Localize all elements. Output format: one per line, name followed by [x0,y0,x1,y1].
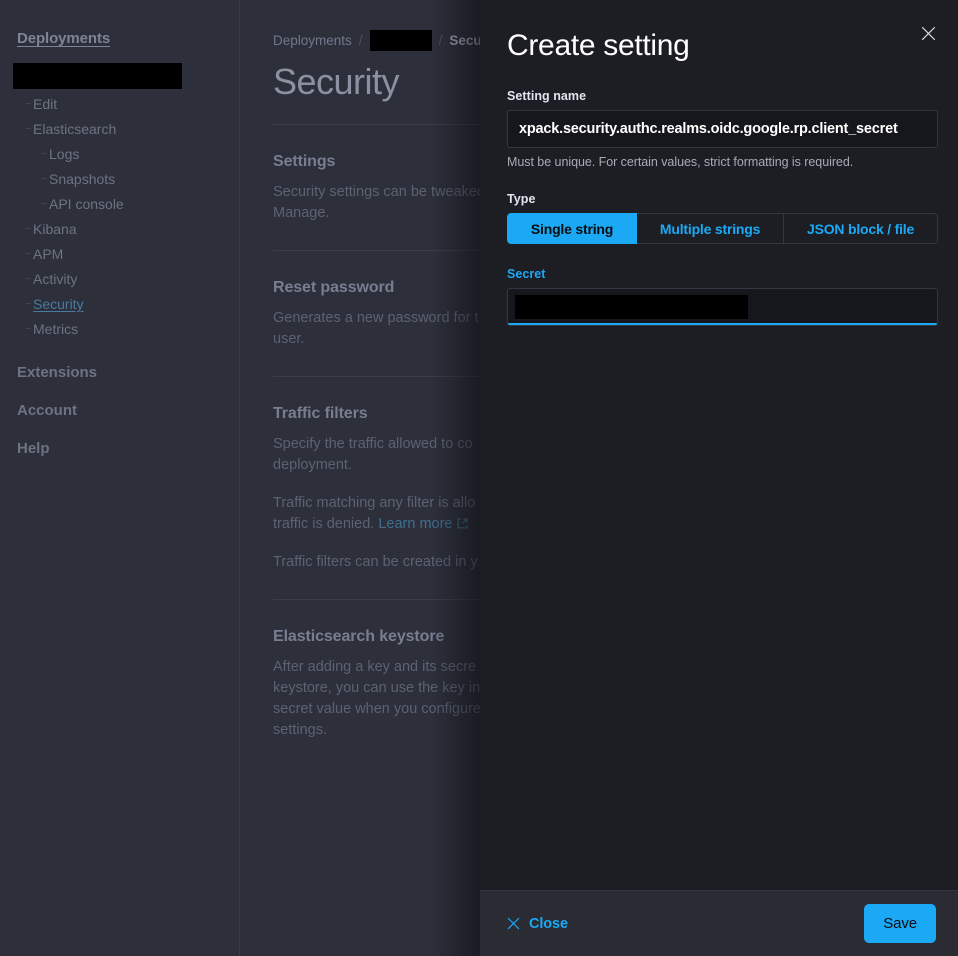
close-icon-small [507,917,520,930]
sidebar-nav-list: Edit Elasticsearch Logs Snapshots API co… [0,92,239,342]
breadcrumb-separator: / [358,32,363,48]
sidebar-item-apm[interactable]: APM [0,242,239,267]
type-option-single-string[interactable]: Single string [507,213,638,244]
sidebar-group-account[interactable]: Account [0,402,239,419]
close-icon [921,26,936,41]
breadcrumb-item-deployments[interactable]: Deployments [273,33,352,48]
field-secret: Secret [507,267,938,326]
sidebar-link-deployments[interactable]: Deployments [0,30,239,47]
flyout-body: Setting name Must be unique. For certain… [480,65,958,890]
secret-value-redacted [515,295,748,319]
learn-more-link[interactable]: Learn more [378,516,452,532]
sidebar-item-logs[interactable]: Logs [0,142,239,167]
sidebar: Deployments Edit Elasticsearch Logs Snap… [0,0,240,956]
setting-name-help-text: Must be unique. For certain values, stri… [507,155,854,169]
type-label: Type [507,192,536,206]
sidebar-item-security[interactable]: Security [0,292,239,317]
sidebar-group-extensions[interactable]: Extensions [0,364,239,381]
sidebar-item-metrics[interactable]: Metrics [0,317,239,342]
breadcrumb-separator-2: / [438,32,443,48]
setting-name-input[interactable] [507,110,938,148]
setting-name-label: Setting name [507,89,587,103]
flyout-title: Create setting [507,29,690,62]
secret-input[interactable] [507,288,938,326]
sidebar-item-api-console[interactable]: API console [0,192,239,217]
type-button-group: Single string Multiple strings JSON bloc… [507,213,938,244]
sidebar-item-kibana[interactable]: Kibana [0,217,239,242]
sidebar-group-help[interactable]: Help [0,440,239,457]
type-option-multiple-strings[interactable]: Multiple strings [637,213,785,244]
external-link-icon [457,518,468,529]
field-setting-name: Setting name Must be unique. For certain… [507,89,938,169]
sidebar-item-snapshots[interactable]: Snapshots [0,167,239,192]
sidebar-deployment-name-redacted [13,63,182,89]
close-button[interactable]: Close [507,916,568,932]
flyout-footer: Close Save [480,890,958,956]
app-root: Deployments Edit Elasticsearch Logs Snap… [0,0,958,956]
create-setting-flyout: Create setting Setting name Must be uniq… [480,0,958,956]
field-type: Type Single string Multiple strings JSON… [507,192,938,244]
sidebar-item-activity[interactable]: Activity [0,267,239,292]
secret-focus-underline [508,323,937,325]
secret-label: Secret [507,267,546,281]
flyout-close-icon-button[interactable] [913,18,943,48]
save-button[interactable]: Save [864,904,936,943]
breadcrumb-deployment-redacted [369,29,432,51]
sidebar-item-elasticsearch[interactable]: Elasticsearch [0,117,239,142]
close-button-label: Close [529,915,568,932]
type-option-json-block-file[interactable]: JSON block / file [784,213,938,244]
sidebar-item-edit[interactable]: Edit [0,92,239,117]
flyout-header: Create setting [480,0,958,65]
breadcrumb-item-security[interactable]: Secu [449,33,481,48]
